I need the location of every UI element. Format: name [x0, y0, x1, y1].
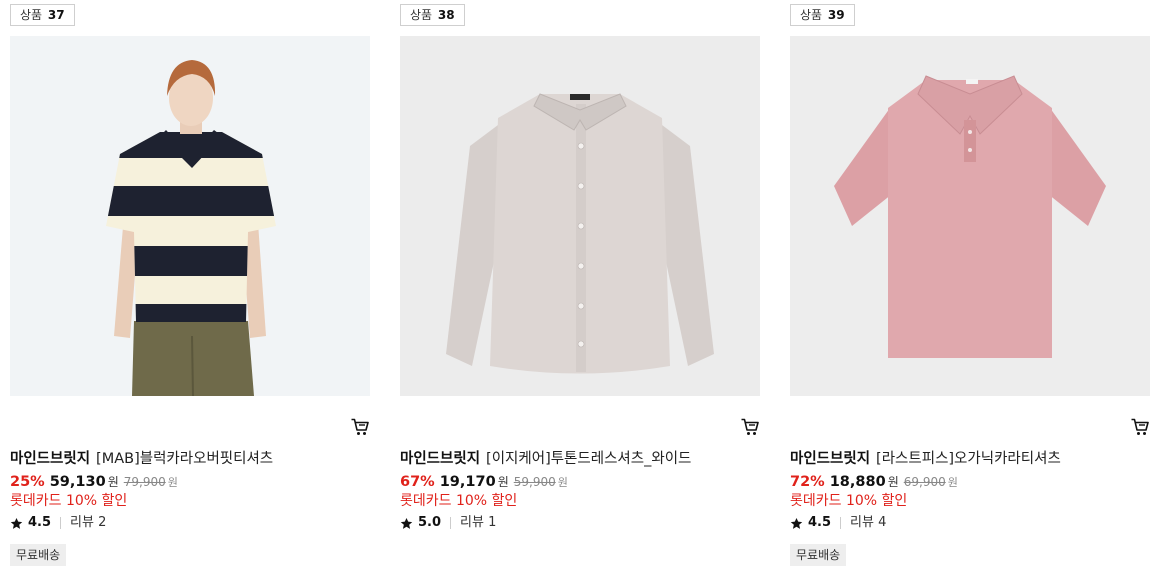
product-name: [라스트피스]오가닉카라티셔츠	[876, 451, 1061, 467]
divider	[450, 517, 452, 529]
badge-label: 상품	[20, 8, 43, 22]
badge-label: 상품	[800, 8, 823, 22]
sale-price: 19,170	[439, 474, 496, 490]
original-currency-unit: 원	[557, 476, 568, 489]
product-title[interactable]: 마인드브릿지 [라스트피스]오가닉카라티셔츠	[790, 449, 1150, 469]
product-card[interactable]: 상품 39 마인드브릿지 [라스트피스]오가닉카라티셔츠 72% 18,880 …	[790, 0, 1150, 580]
card-promotion: 롯데카드 10% 할인	[790, 493, 908, 509]
discount-rate: 67%	[400, 474, 435, 490]
rating-row: 4.5 리뷰 4	[790, 513, 886, 533]
review-count[interactable]: 리뷰 2	[70, 513, 106, 533]
review-count[interactable]: 리뷰 1	[460, 513, 496, 533]
product-number-badge: 상품 38	[400, 4, 465, 26]
rating-score: 4.5	[28, 515, 52, 530]
divider	[840, 517, 842, 529]
brand-name: 마인드브릿지	[790, 451, 871, 467]
price-row: 67% 19,170 원 59,900 원	[400, 472, 568, 493]
product-image[interactable]	[10, 36, 370, 396]
currency-unit: 원	[107, 475, 119, 489]
badge-number: 38	[437, 8, 455, 22]
product-title[interactable]: 마인드브릿지 [이지케어]투톤드레스셔츠_와이드	[400, 449, 760, 469]
star-icon	[790, 517, 803, 529]
review-count[interactable]: 리뷰 4	[850, 513, 886, 533]
brand-name: 마인드브릿지	[10, 451, 91, 467]
free-shipping-tag: 무료배송	[10, 544, 67, 566]
divider	[60, 517, 62, 529]
discount-rate: 72%	[790, 474, 825, 490]
product-title[interactable]: 마인드브릿지 [MAB]블럭카라오버핏티셔츠	[10, 449, 370, 469]
product-number-badge: 상품 39	[790, 4, 855, 26]
star-icon	[400, 517, 413, 529]
product-name: [이지케어]투톤드레스셔츠_와이드	[486, 451, 692, 467]
rating-score: 5.0	[418, 515, 442, 530]
price-row: 25% 59,130 원 79,900 원	[10, 472, 178, 493]
product-image[interactable]	[790, 36, 1150, 396]
cart-icon[interactable]	[350, 417, 370, 437]
cart-icon[interactable]	[1130, 417, 1150, 437]
brand-name: 마인드브릿지	[400, 451, 481, 467]
product-card[interactable]: 상품 38 마인드브릿지 [이지케어]투톤드레스셔츠_와이드 67% 19,17…	[400, 0, 760, 580]
original-currency-unit: 원	[947, 476, 958, 489]
sale-price: 59,130	[49, 474, 106, 490]
rating-row: 4.5 리뷰 2	[10, 513, 106, 533]
original-price: 79,900	[123, 475, 166, 489]
model-striped-polo-illustration	[10, 36, 370, 396]
badge-label: 상품	[410, 8, 433, 22]
card-promotion: 롯데카드 10% 할인	[10, 493, 128, 509]
cart-icon[interactable]	[740, 417, 760, 437]
product-image[interactable]	[400, 36, 760, 396]
product-name: [MAB]블럭카라오버핏티셔츠	[96, 451, 274, 467]
currency-unit: 원	[497, 475, 509, 489]
star-icon	[10, 517, 23, 529]
free-shipping-tag: 무료배송	[790, 544, 847, 566]
pink-polo-shirt-illustration	[790, 36, 1150, 396]
price-row: 72% 18,880 원 69,900 원	[790, 472, 958, 493]
badge-number: 37	[47, 8, 65, 22]
badge-number: 39	[827, 8, 845, 22]
product-number-badge: 상품 37	[10, 4, 75, 26]
dress-shirt-illustration	[400, 36, 760, 396]
currency-unit: 원	[887, 475, 899, 489]
original-price: 59,900	[513, 475, 556, 489]
rating-score: 4.5	[808, 515, 832, 530]
product-grid: 상품 37 마인드브릿지 [MAB]블럭카라오버핏티셔츠 25% 59,130 …	[0, 0, 1163, 580]
card-promotion: 롯데카드 10% 할인	[400, 493, 518, 509]
original-price: 69,900	[903, 475, 946, 489]
rating-row: 5.0 리뷰 1	[400, 513, 496, 533]
product-card[interactable]: 상품 37 마인드브릿지 [MAB]블럭카라오버핏티셔츠 25% 59,130 …	[10, 0, 370, 580]
sale-price: 18,880	[829, 474, 886, 490]
discount-rate: 25%	[10, 474, 45, 490]
original-currency-unit: 원	[167, 476, 178, 489]
